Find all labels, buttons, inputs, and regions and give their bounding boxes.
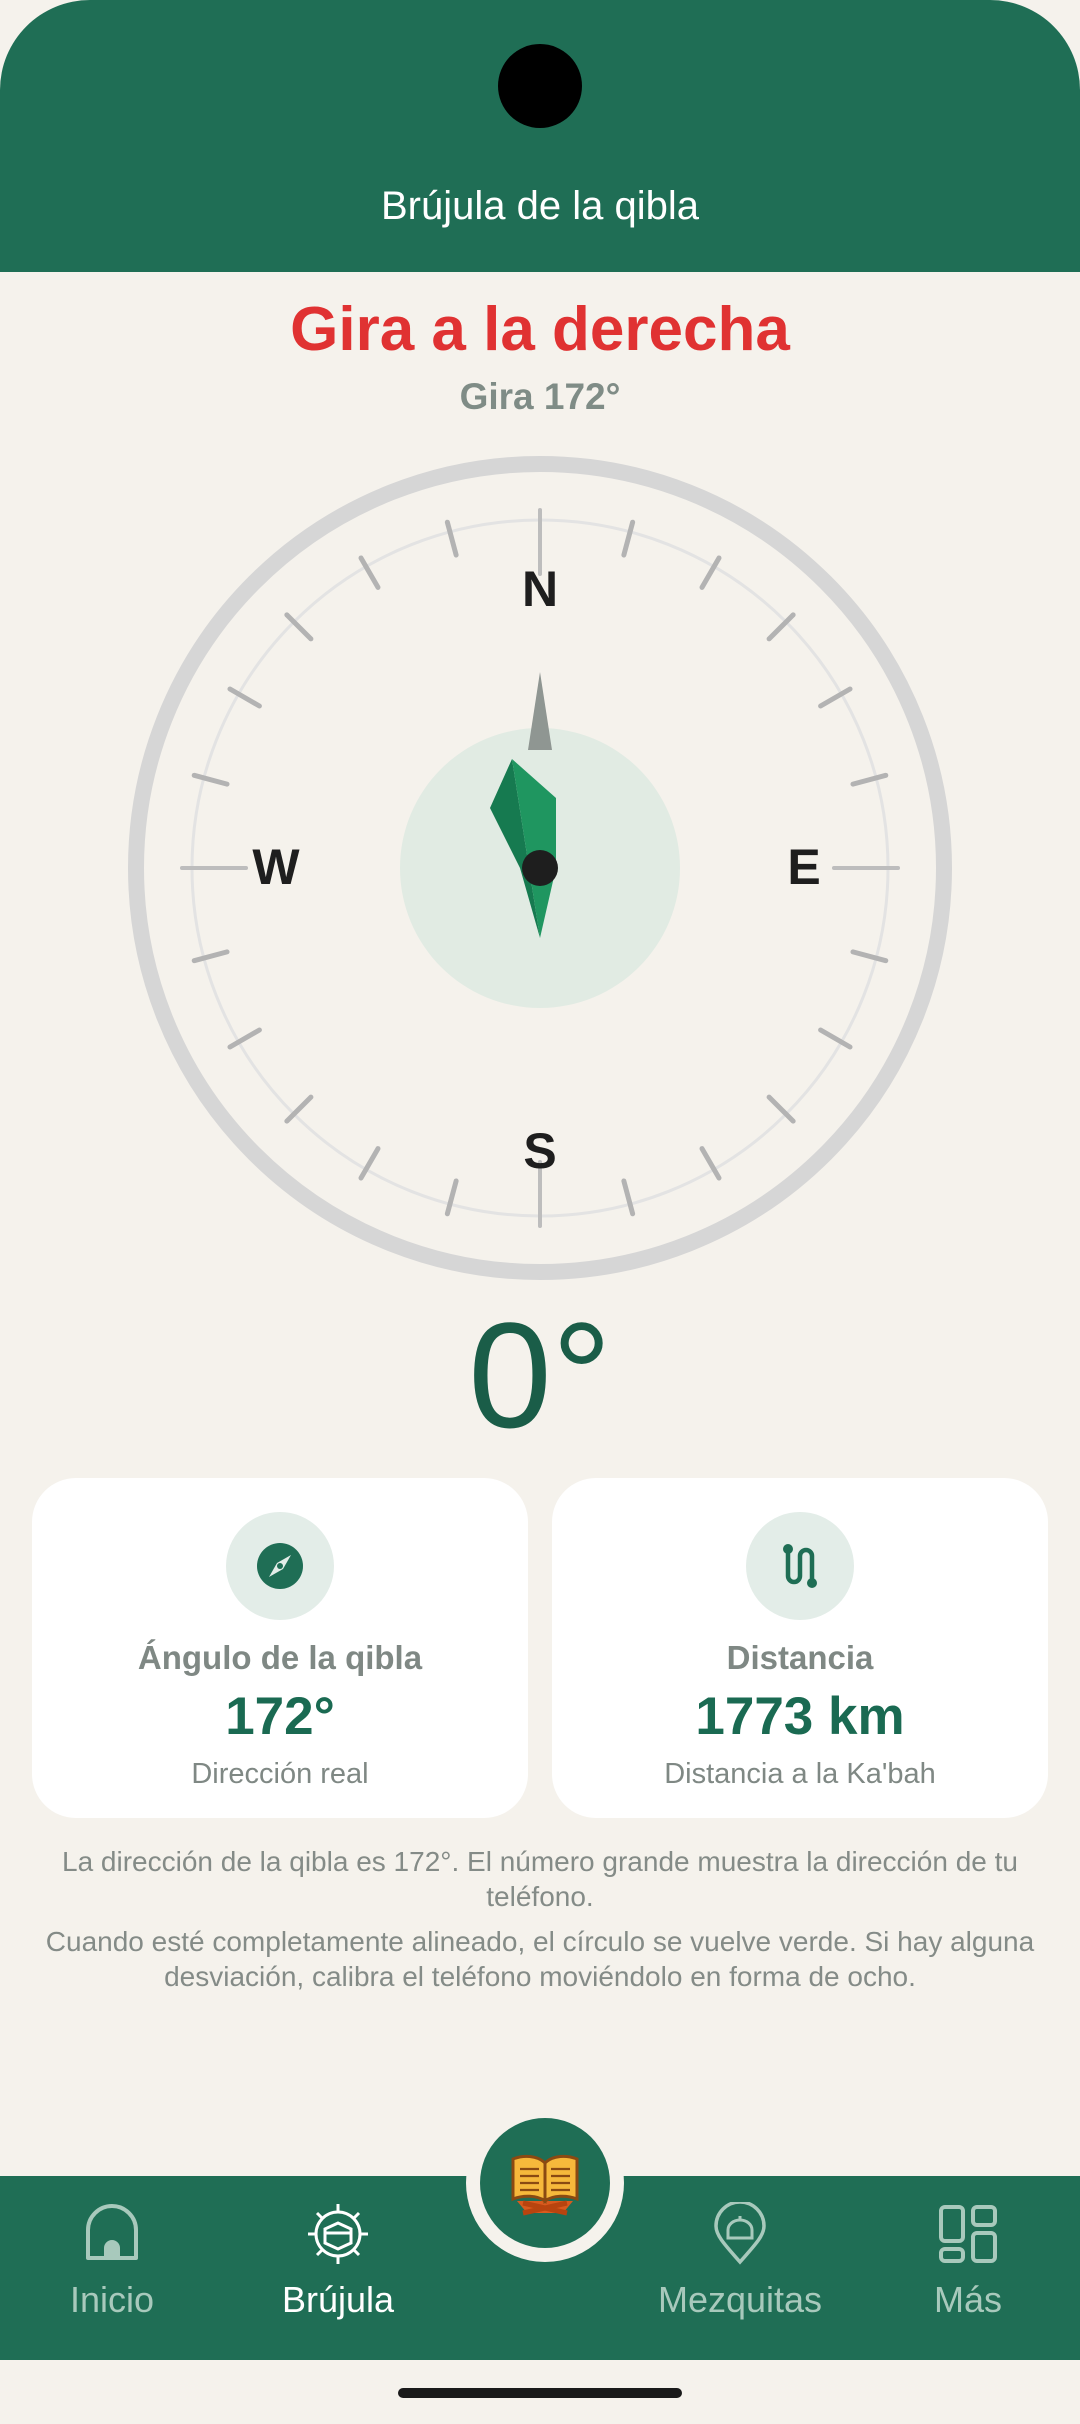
qibla-angle-sub: Dirección real [191, 1758, 369, 1790]
qibla-compass: N E S W [126, 454, 954, 1282]
nav-label-inicio: Inicio [69, 2279, 155, 2320]
distance-value: 1773 km [695, 1687, 905, 1746]
mosque-pin-icon [704, 2198, 776, 2270]
nav-item-mezquitas[interactable]: Mezquitas [640, 2176, 840, 2360]
turn-instruction: Gira a la derecha [290, 295, 790, 364]
compass-tick [850, 949, 889, 964]
distance-card: Distancia 1773 km Distancia a la Ka'bah [552, 1478, 1048, 1818]
north-pointer [528, 672, 552, 750]
grid-icon [932, 2198, 1004, 2270]
page-title: Brújula de la qibla [381, 184, 699, 228]
north-label: N [522, 561, 558, 617]
quran-button[interactable] [480, 2118, 610, 2248]
camera-cutout [498, 44, 582, 128]
nav-label-brujula: Brújula [281, 2279, 395, 2320]
home-indicator[interactable] [398, 2388, 682, 2398]
phone-heading: 0° [468, 1291, 612, 1459]
west-label: W [252, 839, 300, 895]
nav-label-mas: Más [933, 2279, 1002, 2320]
distance-label: Distancia [726, 1639, 874, 1676]
needle-hub [522, 850, 558, 886]
home-icon [76, 2198, 148, 2270]
compass-tick [191, 772, 230, 787]
turn-degrees: Gira 172° [459, 376, 621, 417]
compass-tick [621, 519, 636, 558]
compass-tick [621, 1178, 636, 1217]
east-label: E [787, 839, 820, 895]
south-label: S [523, 1123, 556, 1179]
compass-icon [226, 1512, 334, 1620]
qibla-angle-value: 172° [225, 1687, 335, 1746]
qibla-angle-card: Ángulo de la qibla 172° Dirección real [32, 1478, 528, 1818]
qibla-angle-label: Ángulo de la qibla [137, 1639, 423, 1676]
compass-tick [191, 949, 230, 964]
nav-label-mezquitas: Mezquitas [657, 2279, 823, 2320]
quran-book-icon [511, 2154, 579, 2216]
qibla-info-text: La dirección de la qibla es 172°. El núm… [62, 1846, 1018, 1912]
nav-item-inicio[interactable]: Inicio [42, 2176, 182, 2360]
distance-sub: Distancia a la Ka'bah [664, 1758, 936, 1790]
compass-tick [444, 519, 459, 558]
route-icon [746, 1512, 854, 1620]
kaaba-compass-icon [302, 2198, 374, 2270]
compass-tick [444, 1178, 459, 1217]
compass-tick [850, 772, 889, 787]
calibration-info-text: Cuando esté completamente alineado, el c… [45, 1926, 1035, 1992]
nav-item-brujula[interactable]: Brújula [268, 2176, 408, 2360]
app-bar: Brújula de la qibla [0, 0, 1080, 272]
compass-dial: N E S W [128, 456, 952, 1280]
nav-item-mas[interactable]: Más [898, 2176, 1038, 2360]
